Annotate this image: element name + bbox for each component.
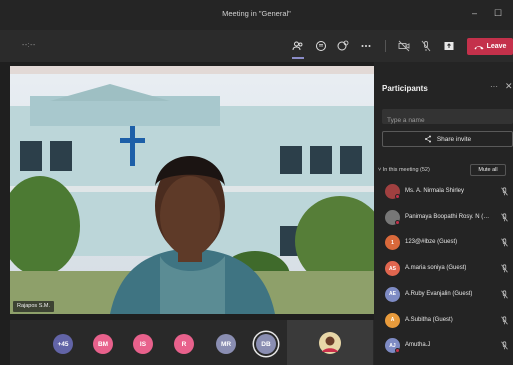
participant-name: Amutha.J (405, 342, 431, 349)
mic-off-icon[interactable] (419, 39, 433, 53)
mute-all-button[interactable]: Mute all (470, 164, 506, 176)
participant-name: A.Subitha (Guest) (405, 316, 453, 323)
participant-row[interactable]: Panimaya Boopathi Rosy. N (… (374, 207, 513, 229)
participant-row[interactable]: AJ Amutha.J (374, 335, 513, 357)
chat-icon[interactable] (314, 39, 328, 53)
avatar-label: BM (97, 340, 109, 348)
participant-name: 123@#lbze (Guest) (405, 239, 458, 246)
share-invite-button[interactable]: Share invite (382, 131, 513, 147)
close-icon[interactable]: ✕ (505, 81, 513, 92)
avatar-label: IS (139, 340, 147, 348)
in-meeting-section-header[interactable]: ˅ In this meeting (52) (378, 167, 430, 173)
minimize-button[interactable]: – (472, 8, 477, 18)
mic-muted-icon[interactable] (500, 187, 509, 196)
participant-avatar[interactable]: BM (93, 334, 113, 354)
participant-avatar: A (385, 312, 400, 328)
participant-row[interactable]: 1 123@#lbze (Guest) (374, 232, 513, 254)
participant-avatar: 1 (385, 235, 400, 251)
overflow-participants-avatar[interactable]: +45 (53, 334, 73, 354)
participants-panel: Participants ··· ✕ Share invite ˅ In thi… (374, 62, 513, 365)
speaker-name-tag: Rajapos S.M. (13, 301, 55, 312)
leave-label: Leave (486, 43, 507, 50)
panel-more-button[interactable]: ··· (490, 82, 498, 91)
participants-icon[interactable] (291, 39, 305, 53)
mic-muted-icon[interactable] (500, 290, 509, 299)
active-tab-indicator (292, 57, 304, 59)
video-stage (10, 66, 374, 314)
participant-name: Ms. A. Nirmala Shirley (405, 188, 465, 194)
avatar-label: +45 (57, 340, 69, 348)
participant-row[interactable]: Ms. A. Nirmala Shirley (374, 181, 513, 203)
panel-title: Participants (382, 84, 428, 93)
avatar-label: MR (220, 340, 232, 348)
meeting-timer: --:-- (22, 42, 36, 49)
title-bar: Meeting in "General" – ☐ (0, 0, 513, 30)
participant-name: A.maria soniya (Guest) (405, 265, 467, 272)
maximize-button[interactable]: ☐ (494, 8, 502, 19)
self-video-tile[interactable] (287, 320, 373, 365)
participant-name: A.Ruby Evanjalin (Guest) (405, 290, 473, 297)
participant-avatar: AE (385, 286, 400, 302)
participant-row[interactable]: A A.Subitha (Guest) (374, 310, 513, 332)
self-avatar-image (319, 331, 341, 354)
participant-avatar[interactable]: IS (133, 334, 153, 354)
more-icon[interactable] (359, 39, 373, 53)
participant-search (382, 109, 513, 128)
search-input[interactable] (382, 113, 513, 128)
phone-icon (474, 45, 484, 49)
mic-muted-icon[interactable] (500, 213, 509, 222)
camera-off-icon[interactable] (397, 39, 411, 53)
mic-muted-icon[interactable] (500, 264, 509, 273)
mic-muted-icon[interactable] (500, 238, 509, 247)
mic-muted-icon[interactable] (500, 341, 509, 350)
speaker-video (10, 66, 374, 314)
section-label: In this meeting (52) (382, 167, 430, 173)
participant-row[interactable]: AS A.maria soniya (Guest) (374, 258, 513, 280)
avatar-label: DB (261, 340, 271, 348)
participant-avatar[interactable]: R (174, 334, 194, 354)
presence-status-dot (395, 219, 400, 225)
presence-status-dot (395, 348, 400, 354)
avatar-label: R (181, 340, 187, 348)
participant-name: Panimaya Boopathi Rosy. N (… (405, 213, 490, 220)
leave-button[interactable]: Leave (467, 38, 513, 55)
participant-avatar[interactable]: MR (216, 334, 236, 354)
share-tray-icon[interactable] (442, 39, 456, 53)
meeting-toolbar: --:-- Leave (0, 30, 513, 62)
mic-muted-icon[interactable] (500, 315, 509, 325)
share-icon (424, 135, 431, 143)
participant-row[interactable]: AE A.Ruby Evanjalin (Guest) (374, 284, 513, 306)
window-title: Meeting in "General" (222, 9, 291, 18)
reactions-icon[interactable] (336, 39, 350, 53)
presence-status-dot (395, 194, 400, 199)
participant-avatar: AS (385, 261, 400, 277)
toolbar-divider (385, 40, 386, 52)
share-invite-label: Share invite (436, 135, 472, 143)
participant-avatar[interactable]: DB (256, 334, 276, 354)
